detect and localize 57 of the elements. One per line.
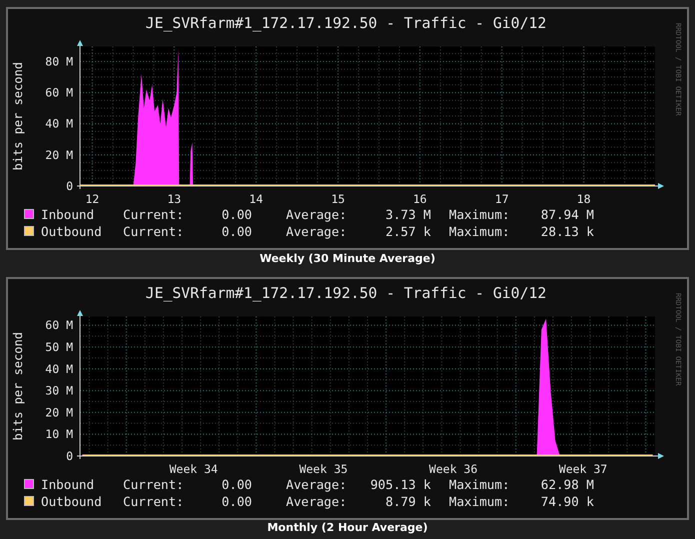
tick-label: 80 M: [45, 54, 73, 68]
legend-label: Maximum:: [449, 207, 510, 222]
legend-label: Current:: [123, 477, 184, 492]
legend-value: 0.00: [222, 494, 252, 509]
chart-title: JE_SVRfarm#1_172.17.192.50 - Traffic - Gi0/12: [146, 15, 546, 32]
legend-label: Average:: [286, 224, 347, 239]
legend-label: Outbound: [41, 494, 102, 509]
legend-value: 8.79 k: [386, 494, 431, 509]
legend-label: Maximum:: [449, 224, 510, 239]
tick-label: 50 M: [45, 340, 73, 354]
tick-label: 60 M: [45, 86, 73, 100]
tick-label: Week 36: [429, 462, 478, 476]
axis-label: bits per second: [11, 62, 25, 170]
legend-label: Maximum:: [449, 494, 510, 509]
tick-label: Week 37: [558, 462, 608, 476]
tick-label: 17: [494, 192, 509, 206]
legend-value: 87.94 M: [540, 207, 594, 222]
tick-label: 20 M: [45, 405, 73, 420]
tick-label: Week 34: [169, 462, 218, 476]
legend-value: 2.57 k: [386, 224, 431, 239]
legend-label: Inbound: [41, 207, 94, 222]
axis-label: bits per second: [11, 332, 25, 440]
tick-label: 0: [66, 449, 73, 463]
legend-value: 0.00: [222, 207, 252, 222]
tick-label: 16: [413, 192, 427, 206]
tick-label: 10 M: [45, 427, 73, 442]
legend-label: Current:: [123, 494, 184, 509]
tick-label: 14: [249, 192, 264, 206]
legend-label: Average:: [286, 207, 347, 222]
tick-label: 30 M: [45, 384, 73, 398]
legend-value: 62.98 M: [540, 477, 594, 492]
legend-value: 28.13 k: [540, 224, 594, 239]
tick-label: 20 M: [45, 148, 73, 162]
legend-value: 3.73 M: [386, 207, 431, 222]
legend-label: Current:: [123, 224, 184, 239]
tick-label: 0: [66, 179, 73, 193]
legend-label: Outbound: [41, 224, 102, 239]
tick-label: 18: [576, 192, 591, 206]
legend-value: 0.00: [222, 224, 252, 239]
tick-label: 15: [331, 192, 345, 206]
tick-label: 13: [167, 192, 182, 206]
chart-title: JE_SVRfarm#1_172.17.192.50 - Traffic - Gi0/12: [146, 285, 546, 302]
legend-label: Inbound: [41, 477, 94, 492]
legend-label: Average:: [286, 477, 347, 492]
tick-label: 60 M: [45, 318, 73, 332]
legend-label: Average:: [286, 494, 347, 509]
legend-value: 905.13 k: [370, 477, 431, 492]
legend-value: 74.90 k: [540, 494, 594, 509]
graph-caption: Monthly (2 Hour Average): [267, 521, 428, 535]
tick-label: 12: [85, 192, 100, 206]
tick-label: 40 M: [45, 116, 73, 131]
legend-label: Maximum:: [449, 477, 510, 492]
legend-value: 0.00: [222, 477, 252, 492]
graph-caption: Weekly (30 Minute Average): [260, 252, 436, 266]
legend-label: Current:: [123, 207, 184, 222]
tick-label: Week 35: [299, 462, 348, 476]
tick-label: 40 M: [45, 362, 73, 376]
